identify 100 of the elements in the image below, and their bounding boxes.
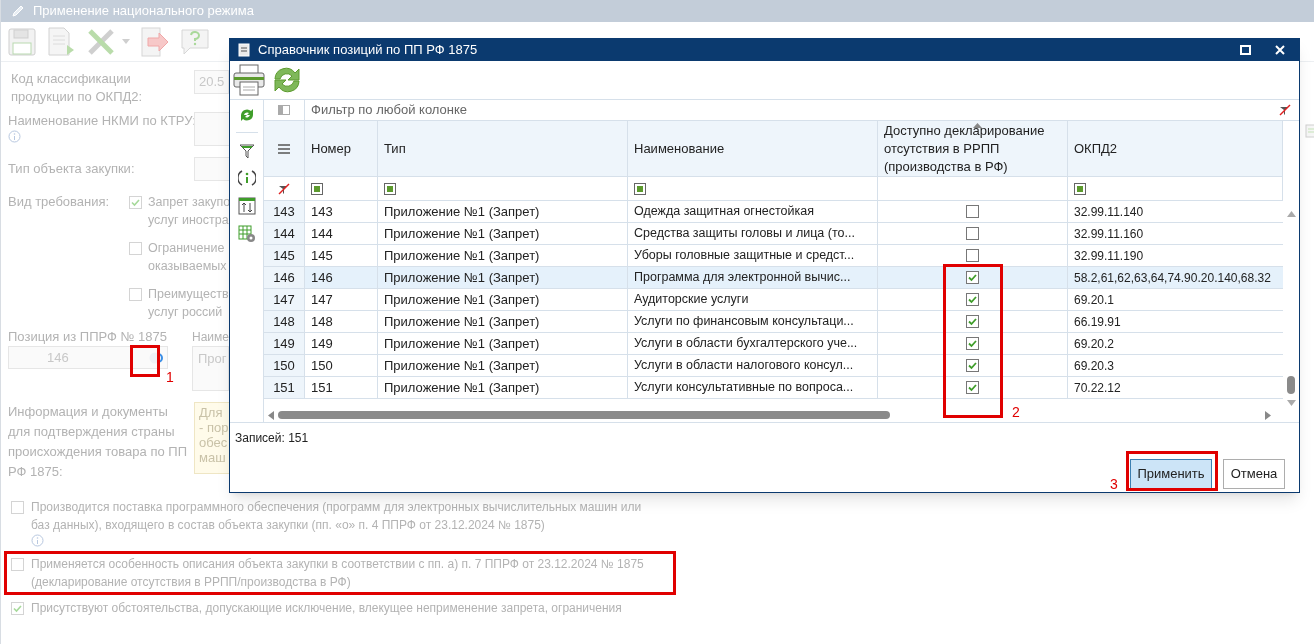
option-label: оказываемых bbox=[148, 258, 227, 275]
checkbox[interactable] bbox=[966, 337, 979, 350]
close-icon[interactable] bbox=[1275, 45, 1285, 55]
dialog-title: Справочник позиций по ПП РФ 1875 bbox=[258, 41, 478, 60]
scroll-thumb[interactable] bbox=[1287, 376, 1295, 394]
highlight-frame bbox=[130, 345, 160, 377]
table-cell: Аудиторские услуги bbox=[628, 289, 878, 310]
lookup-icon[interactable] bbox=[149, 351, 163, 364]
checkbox[interactable] bbox=[966, 381, 979, 394]
checkbox-label: Производится поставка программного обеспечения (программ для электронных вычислительных машин или баз данных), входящего в состав объекта закупки (пп. «о» п. 4 ППРФ от 23.12.2024 № 1875) bbox=[31, 499, 643, 534]
checkbox[interactable] bbox=[966, 249, 979, 262]
checkbox[interactable] bbox=[966, 293, 979, 306]
filter-toggle-icon[interactable] bbox=[634, 182, 646, 195]
table-cell: Приложение №1 (Запрет) bbox=[378, 355, 628, 376]
field-label: Код классификации продукции по ОКПД2: bbox=[11, 70, 144, 106]
row-number: 150 bbox=[264, 355, 305, 376]
print-icon[interactable] bbox=[233, 64, 265, 96]
text-line: Для bbox=[199, 405, 224, 420]
filter-toggle-icon[interactable] bbox=[311, 182, 323, 195]
scroll-up-icon[interactable] bbox=[1286, 211, 1296, 217]
scroll-left-icon[interactable] bbox=[268, 410, 274, 420]
text-field[interactable] bbox=[194, 157, 230, 181]
records-count: Записей: 151 bbox=[234, 430, 310, 447]
table-cell: Приложение №1 (Запрет) bbox=[378, 245, 628, 266]
column-header[interactable]: Наименование bbox=[628, 121, 878, 176]
table-cell-text: 70.22.12 bbox=[1073, 379, 1122, 397]
table-cell: 147 bbox=[305, 289, 378, 310]
document-icon bbox=[238, 43, 250, 57]
sort-arrow-icon[interactable] bbox=[972, 123, 982, 128]
table-row[interactable]: 143 143 Приложение №1 (Запрет) Одежда защитная огнестойкая 32.99.11.140 bbox=[264, 201, 1283, 223]
table-settings-icon[interactable] bbox=[237, 225, 256, 243]
scroll-right-icon[interactable] bbox=[1265, 410, 1271, 420]
scroll-thumb[interactable] bbox=[278, 411, 890, 419]
table-cell-text: 69.20.1 bbox=[1073, 291, 1116, 309]
table-cell: 143 bbox=[305, 201, 378, 222]
refresh-icon[interactable] bbox=[238, 108, 255, 122]
table-row[interactable]: 145 145 Приложение №1 (Запрет) Уборы головные защитные и средст... 32.99.11.190 bbox=[264, 245, 1283, 267]
pencil-icon bbox=[11, 4, 25, 18]
table-cell: Приложение №1 (Запрет) bbox=[378, 201, 628, 222]
row-number: 151 bbox=[264, 377, 305, 398]
table-cell-text: 32.99.11.160 bbox=[1073, 225, 1145, 243]
filter-toggle-icon[interactable] bbox=[384, 182, 396, 195]
refresh-icon[interactable] bbox=[271, 65, 303, 95]
table-row[interactable]: 144 144 Приложение №1 (Запрет) Средства защиты головы и лица (то... 32.99.11.160 bbox=[264, 223, 1283, 245]
table-cell: Услуги по финансовым консультаци... bbox=[628, 311, 878, 332]
table-cell-text: 69.20.2 bbox=[1073, 335, 1116, 353]
table-cell-text: 32.99.11.140 bbox=[1073, 203, 1145, 221]
table-cell: Приложение №1 (Запрет) bbox=[378, 377, 628, 398]
table-cell: Приложение №1 (Запрет) bbox=[378, 289, 628, 310]
option-label: Запрет закупо bbox=[148, 194, 231, 211]
table-row[interactable]: 148 148 Приложение №1 (Запрет) Услуги по финансовым консультаци... 66.19.91 bbox=[264, 311, 1283, 333]
checkbox[interactable] bbox=[966, 227, 979, 240]
column-header[interactable]: ОКПД2 bbox=[1068, 121, 1283, 176]
table-cell: 149 bbox=[305, 333, 378, 354]
text-line: обес bbox=[199, 435, 225, 450]
field-label: Позиция из ППРФ № 1875 bbox=[8, 328, 168, 346]
checkbox-label: Применяется особенность описания объекта закупки в соответствии с пп. а) п. 7 ППРФ от 23.12.2024 № 1875 (декларирование отсутствия в РРПП/производства в РФ) bbox=[31, 556, 645, 591]
menu-icon[interactable] bbox=[278, 143, 290, 154]
text-field[interactable] bbox=[194, 112, 230, 146]
checkbox[interactable] bbox=[966, 205, 979, 218]
panel-toggle-icon[interactable] bbox=[278, 105, 290, 115]
annotation-number: 2 bbox=[1012, 404, 1020, 420]
row-number: 143 bbox=[264, 201, 305, 222]
option-label: услуг россий bbox=[148, 304, 224, 321]
clear-filter-icon[interactable] bbox=[1279, 104, 1291, 116]
info-icon[interactable] bbox=[237, 169, 256, 187]
maximize-icon[interactable] bbox=[1240, 45, 1251, 55]
checkbox[interactable] bbox=[966, 359, 979, 372]
table-row[interactable]: 149 149 Приложение №1 (Запрет) Услуги в области бухгалтерского уче... 69.20.2 bbox=[264, 333, 1283, 355]
filter-icon[interactable] bbox=[238, 143, 255, 159]
table-cell: Приложение №1 (Запрет) bbox=[378, 267, 628, 288]
scroll-down-icon[interactable] bbox=[1286, 400, 1296, 406]
dialog-button[interactable]: Применить bbox=[1130, 459, 1212, 489]
table-cell: Приложение №1 (Запрет) bbox=[378, 311, 628, 332]
table-row[interactable]: 147 147 Приложение №1 (Запрет) Аудиторские услуги 69.20.1 bbox=[264, 289, 1283, 311]
option-label: услуг иностра bbox=[148, 212, 230, 229]
column-header[interactable]: Тип bbox=[378, 121, 628, 176]
table-row[interactable]: 146 146 Приложение №1 (Запрет) Программа для электронной вычис... 58.2,61,62,63,64,74.90.20.140,68.32 bbox=[264, 267, 1283, 289]
row-number: 145 bbox=[264, 245, 305, 266]
checkbox[interactable] bbox=[966, 271, 979, 284]
row-number: 148 bbox=[264, 311, 305, 332]
column-header[interactable]: Номер bbox=[305, 121, 378, 176]
field-label: Наименование НКМИ по КТРУ: bbox=[8, 112, 194, 130]
table-cell: Приложение №1 (Запрет) bbox=[378, 223, 628, 244]
table-row[interactable]: 150 150 Приложение №1 (Запрет) Услуги в области налогового консул... 69.20.3 bbox=[264, 355, 1283, 377]
column-header[interactable]: Доступно декларирование отсутствия в РРПП (производства в РФ) bbox=[878, 121, 1068, 176]
table-cell-text: 58.2,61,62,63,64,74.90.20.140,68.32 bbox=[1073, 269, 1272, 287]
annotation-number: 1 bbox=[166, 369, 174, 385]
table-cell: 145 bbox=[305, 245, 378, 266]
arrow-icon[interactable] bbox=[140, 26, 170, 57]
dialog-button[interactable]: Отмена bbox=[1223, 459, 1285, 489]
table-cell: Средства защиты головы и лица (то... bbox=[628, 223, 878, 244]
table-cell: 144 bbox=[305, 223, 378, 244]
clear-filter-icon[interactable] bbox=[278, 182, 290, 195]
sort-icon[interactable] bbox=[237, 197, 256, 215]
filter-toggle-icon[interactable] bbox=[1074, 182, 1086, 195]
checkbox[interactable] bbox=[966, 315, 979, 328]
table-cell: 146 bbox=[305, 267, 378, 288]
table-cell-text: 69.20.3 bbox=[1073, 357, 1116, 375]
table-row[interactable]: 151 151 Приложение №1 (Запрет) Услуги консультативные по вопроса... 70.22.12 bbox=[264, 377, 1283, 399]
